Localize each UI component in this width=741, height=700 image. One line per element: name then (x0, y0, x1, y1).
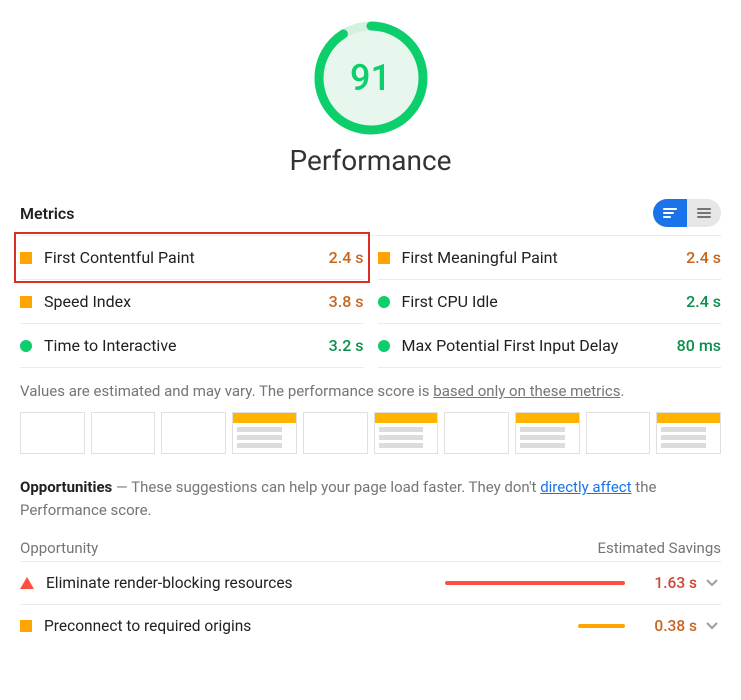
metric-name: Max Potential First Input Delay (402, 336, 677, 355)
metric-name: Speed Index (44, 292, 329, 311)
square-orange-icon (20, 252, 32, 264)
opps-lead-bold: Opportunities (20, 478, 112, 496)
toggle-detailed-view[interactable] (687, 199, 721, 227)
metric-row[interactable]: Time to Interactive3.2 s (20, 324, 364, 368)
metrics-header: Metrics (20, 199, 721, 227)
disclaimer-post: . (620, 382, 624, 400)
metric-value: 80 ms (677, 336, 721, 355)
savings-bar (445, 624, 625, 628)
score-value: 91 (311, 18, 431, 138)
filmstrip-frame (656, 412, 721, 454)
filmstrip-frame (161, 412, 226, 454)
metric-name: First Meaningful Paint (402, 248, 687, 267)
score-title: Performance (290, 144, 452, 177)
circle-green-icon (378, 340, 390, 352)
circle-green-icon (20, 340, 32, 352)
metric-row[interactable]: Max Potential First Input Delay80 ms (378, 324, 722, 368)
opps-lead-rest: These suggestions can help your page loa… (131, 478, 540, 496)
filmstrip-frame (303, 412, 368, 454)
opportunities-list: Eliminate render-blocking resources 1.63 … (20, 561, 721, 647)
disclaimer-pre: Values are estimated and may vary. The p… (20, 382, 433, 400)
circle-green-icon (378, 296, 390, 308)
view-toggle (653, 199, 721, 227)
metric-value: 3.2 s (329, 336, 364, 355)
square-orange-icon (20, 296, 32, 308)
square-orange-icon (378, 252, 390, 264)
triangle-red-icon (20, 577, 34, 589)
opportunities-header-row: Opportunity Estimated Savings (20, 539, 721, 557)
toggle-short-view[interactable] (653, 199, 687, 227)
chevron-down-icon[interactable] (703, 622, 721, 630)
filmstrip-frame (374, 412, 439, 454)
opportunity-name: Eliminate render-blocking resources (46, 574, 445, 592)
opps-col-name: Opportunity (20, 539, 98, 557)
metric-name: First Contentful Paint (44, 248, 329, 267)
filmstrip-frame (444, 412, 509, 454)
metric-row[interactable]: First CPU Idle2.4 s (378, 280, 722, 324)
opps-lead-link[interactable]: directly affect (540, 478, 631, 496)
opportunity-value: 0.38 s (639, 617, 697, 635)
opportunity-row[interactable]: Preconnect to required origins 0.38 s (20, 604, 721, 647)
savings-bar (445, 581, 625, 585)
opps-col-savings: Estimated Savings (598, 539, 722, 557)
metric-value: 2.4 s (686, 248, 721, 267)
metric-value: 2.4 s (329, 248, 364, 267)
filmstrip-frame (232, 412, 297, 454)
metrics-disclaimer: Values are estimated and may vary. The p… (20, 382, 721, 400)
metric-name: Time to Interactive (44, 336, 329, 355)
metric-row[interactable]: First Meaningful Paint2.4 s (378, 236, 722, 280)
disclaimer-link[interactable]: based only on these metrics (433, 382, 620, 400)
metric-value: 3.8 s (329, 292, 364, 311)
filmstrip-frame (515, 412, 580, 454)
opportunity-name: Preconnect to required origins (44, 617, 445, 635)
opportunities-intro: Opportunities — These suggestions can he… (20, 476, 721, 521)
filmstrip-frame (586, 412, 651, 454)
score-gauge: 91 Performance (20, 18, 721, 177)
opps-lead-sep: — (112, 478, 131, 496)
metrics-grid: First Contentful Paint2.4 sFirst Meaning… (20, 235, 721, 368)
chevron-down-icon[interactable] (703, 579, 721, 587)
opportunity-value: 1.63 s (639, 574, 697, 592)
opportunity-row[interactable]: Eliminate render-blocking resources 1.63 … (20, 561, 721, 604)
filmstrip-frame (20, 412, 85, 454)
metric-row[interactable]: Speed Index3.8 s (20, 280, 364, 324)
filmstrip (20, 412, 721, 454)
metric-value: 2.4 s (686, 292, 721, 311)
gauge-ring: 91 (311, 18, 431, 138)
filmstrip-frame (91, 412, 156, 454)
metric-name: First CPU Idle (402, 292, 687, 311)
metrics-label: Metrics (20, 204, 74, 223)
square-orange-icon (20, 620, 32, 632)
metric-row[interactable]: First Contentful Paint2.4 s (20, 236, 364, 280)
